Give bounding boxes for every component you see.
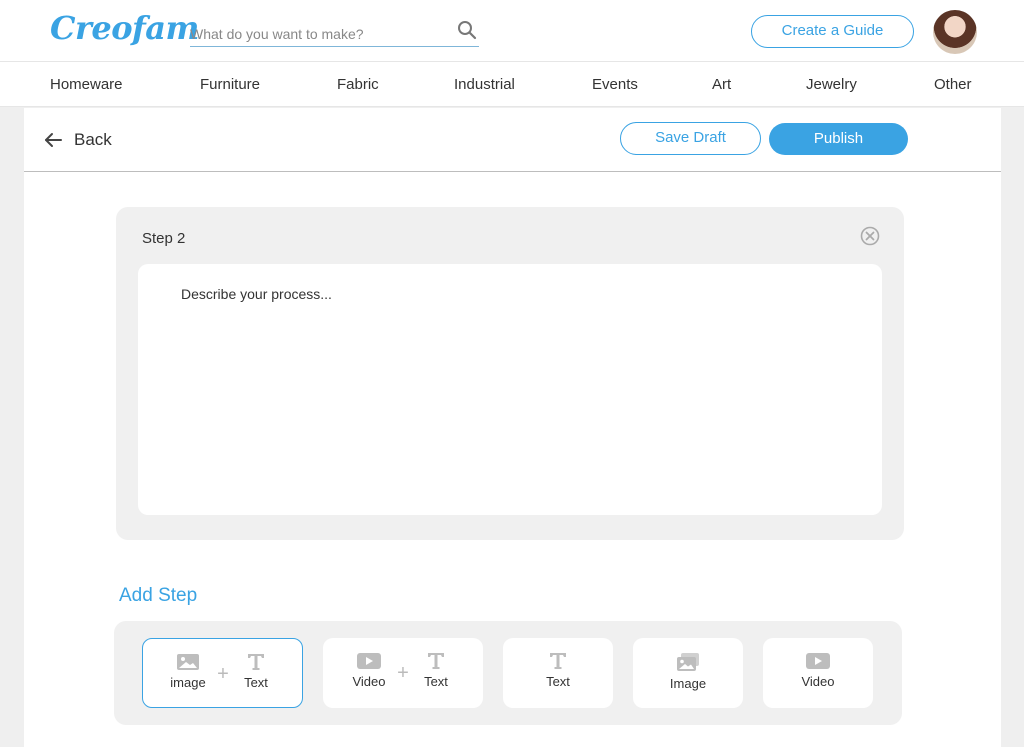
text-icon — [428, 653, 444, 669]
text-icon — [248, 654, 264, 670]
step-card: Step 2 — [116, 207, 904, 540]
category-events[interactable]: Events — [592, 76, 638, 93]
image-text-option[interactable]: image + Text — [142, 638, 303, 708]
video-icon — [806, 653, 830, 669]
image-text-option-text-label: Text — [244, 675, 268, 690]
video-text-option[interactable]: Video + Text — [323, 638, 483, 708]
text-part: Text — [406, 638, 466, 689]
editor-panel: Back Save Draft Publish Step 2 Add Step … — [24, 108, 1001, 747]
video-icon — [357, 653, 381, 669]
publish-button[interactable]: Publish — [769, 123, 908, 155]
category-furniture[interactable]: Furniture — [200, 76, 260, 93]
category-jewelry[interactable]: Jewelry — [806, 76, 857, 93]
image-option[interactable]: Image — [633, 638, 743, 708]
video-part: Video — [339, 638, 399, 689]
video-text-option-video-label: Video — [352, 674, 386, 689]
category-nav: Homeware Furniture Fabric Industrial Eve… — [0, 62, 1024, 107]
image-option-label: Image — [669, 676, 707, 691]
video-option[interactable]: Video — [763, 638, 873, 708]
search-icon[interactable] — [457, 20, 477, 40]
search-bar — [190, 18, 479, 47]
category-art[interactable]: Art — [712, 76, 731, 93]
image-text-option-image-label: image — [170, 675, 206, 690]
category-homeware[interactable]: Homeware — [50, 76, 123, 93]
search-input[interactable] — [190, 18, 445, 46]
image-part: Image — [658, 638, 718, 691]
category-industrial[interactable]: Industrial — [454, 76, 515, 93]
back-button[interactable]: Back — [44, 128, 112, 152]
text-option[interactable]: Text — [503, 638, 613, 708]
editor-toolbar: Back Save Draft Publish — [24, 108, 1001, 172]
text-option-label: Text — [546, 674, 570, 689]
step-type-tray: image + Text Video + Text Text Image Vid… — [114, 621, 902, 725]
back-label: Back — [74, 130, 112, 149]
text-part: Text — [528, 638, 588, 689]
text-icon — [550, 653, 566, 669]
top-bar: Creofam Create a Guide — [0, 0, 1024, 62]
images-icon — [677, 653, 699, 671]
image-part: image — [158, 639, 218, 690]
step-description-input[interactable] — [138, 264, 882, 515]
text-part: Text — [226, 639, 286, 690]
create-guide-button[interactable]: Create a Guide — [751, 15, 914, 48]
arrow-left-icon — [45, 133, 62, 147]
step-title: Step 2 — [142, 230, 186, 247]
avatar[interactable] — [933, 10, 977, 54]
logo[interactable]: Creofam — [50, 9, 199, 47]
video-text-option-text-label: Text — [424, 674, 448, 689]
category-fabric[interactable]: Fabric — [337, 76, 379, 93]
video-part: Video — [788, 638, 848, 689]
category-other[interactable]: Other — [934, 76, 972, 93]
video-option-label: Video — [801, 674, 835, 689]
image-icon — [177, 654, 199, 670]
save-draft-button[interactable]: Save Draft — [620, 122, 761, 155]
add-step-label: Add Step — [119, 585, 198, 606]
close-icon[interactable] — [860, 226, 880, 246]
